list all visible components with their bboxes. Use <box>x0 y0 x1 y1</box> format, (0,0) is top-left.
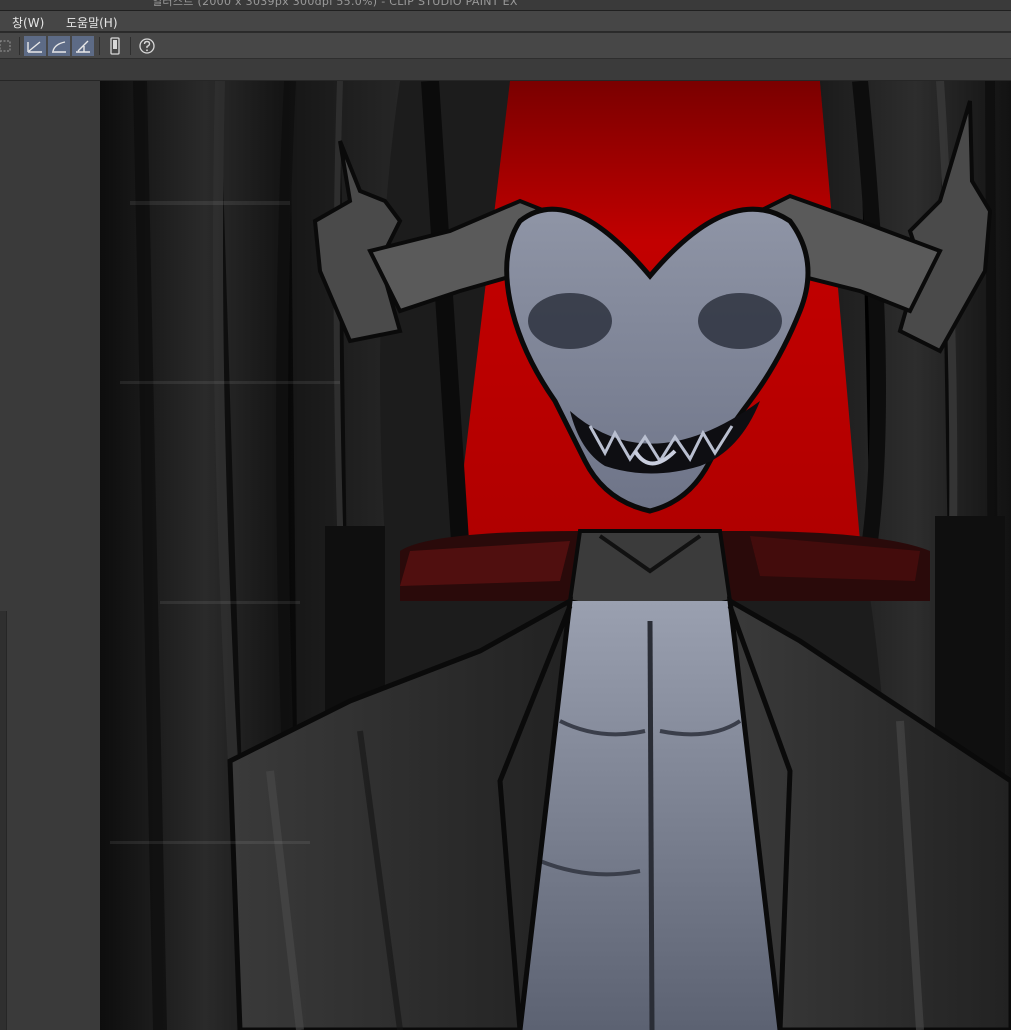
ruler-straight-button[interactable] <box>24 36 46 56</box>
ruler-perspective-button[interactable] <box>72 36 94 56</box>
selection-icon <box>0 39 12 53</box>
toolbar-separator <box>130 37 131 55</box>
device-icon <box>108 37 122 55</box>
toolbar-separator <box>99 37 100 55</box>
window-title: 일러스트 (2000 x 3039px 300dpi 55.0%) - CLIP… <box>152 0 518 8</box>
panel-scrollbar[interactable] <box>0 611 7 1030</box>
selection-button[interactable] <box>0 36 16 56</box>
ruler-perspective-icon <box>74 38 92 54</box>
menu-bar: 창(W) 도움말(H) <box>0 10 1011 32</box>
ruler-curve-icon <box>50 38 68 54</box>
canvas[interactable] <box>100 81 1011 1030</box>
device-button[interactable] <box>104 36 126 56</box>
menu-window[interactable]: 창(W) <box>12 14 44 31</box>
tool-property-bar <box>0 59 1011 81</box>
help-icon <box>138 37 156 55</box>
ruler-curve-button[interactable] <box>48 36 70 56</box>
artwork-illustration <box>100 81 1011 1030</box>
command-bar <box>0 33 1011 59</box>
left-panel <box>0 81 100 1030</box>
title-bar: 일러스트 (2000 x 3039px 300dpi 55.0%) - CLIP… <box>0 0 1011 10</box>
toolbar-separator <box>19 37 20 55</box>
menu-help[interactable]: 도움말(H) <box>66 14 118 31</box>
help-button[interactable] <box>136 36 158 56</box>
ruler-straight-icon <box>26 38 44 54</box>
